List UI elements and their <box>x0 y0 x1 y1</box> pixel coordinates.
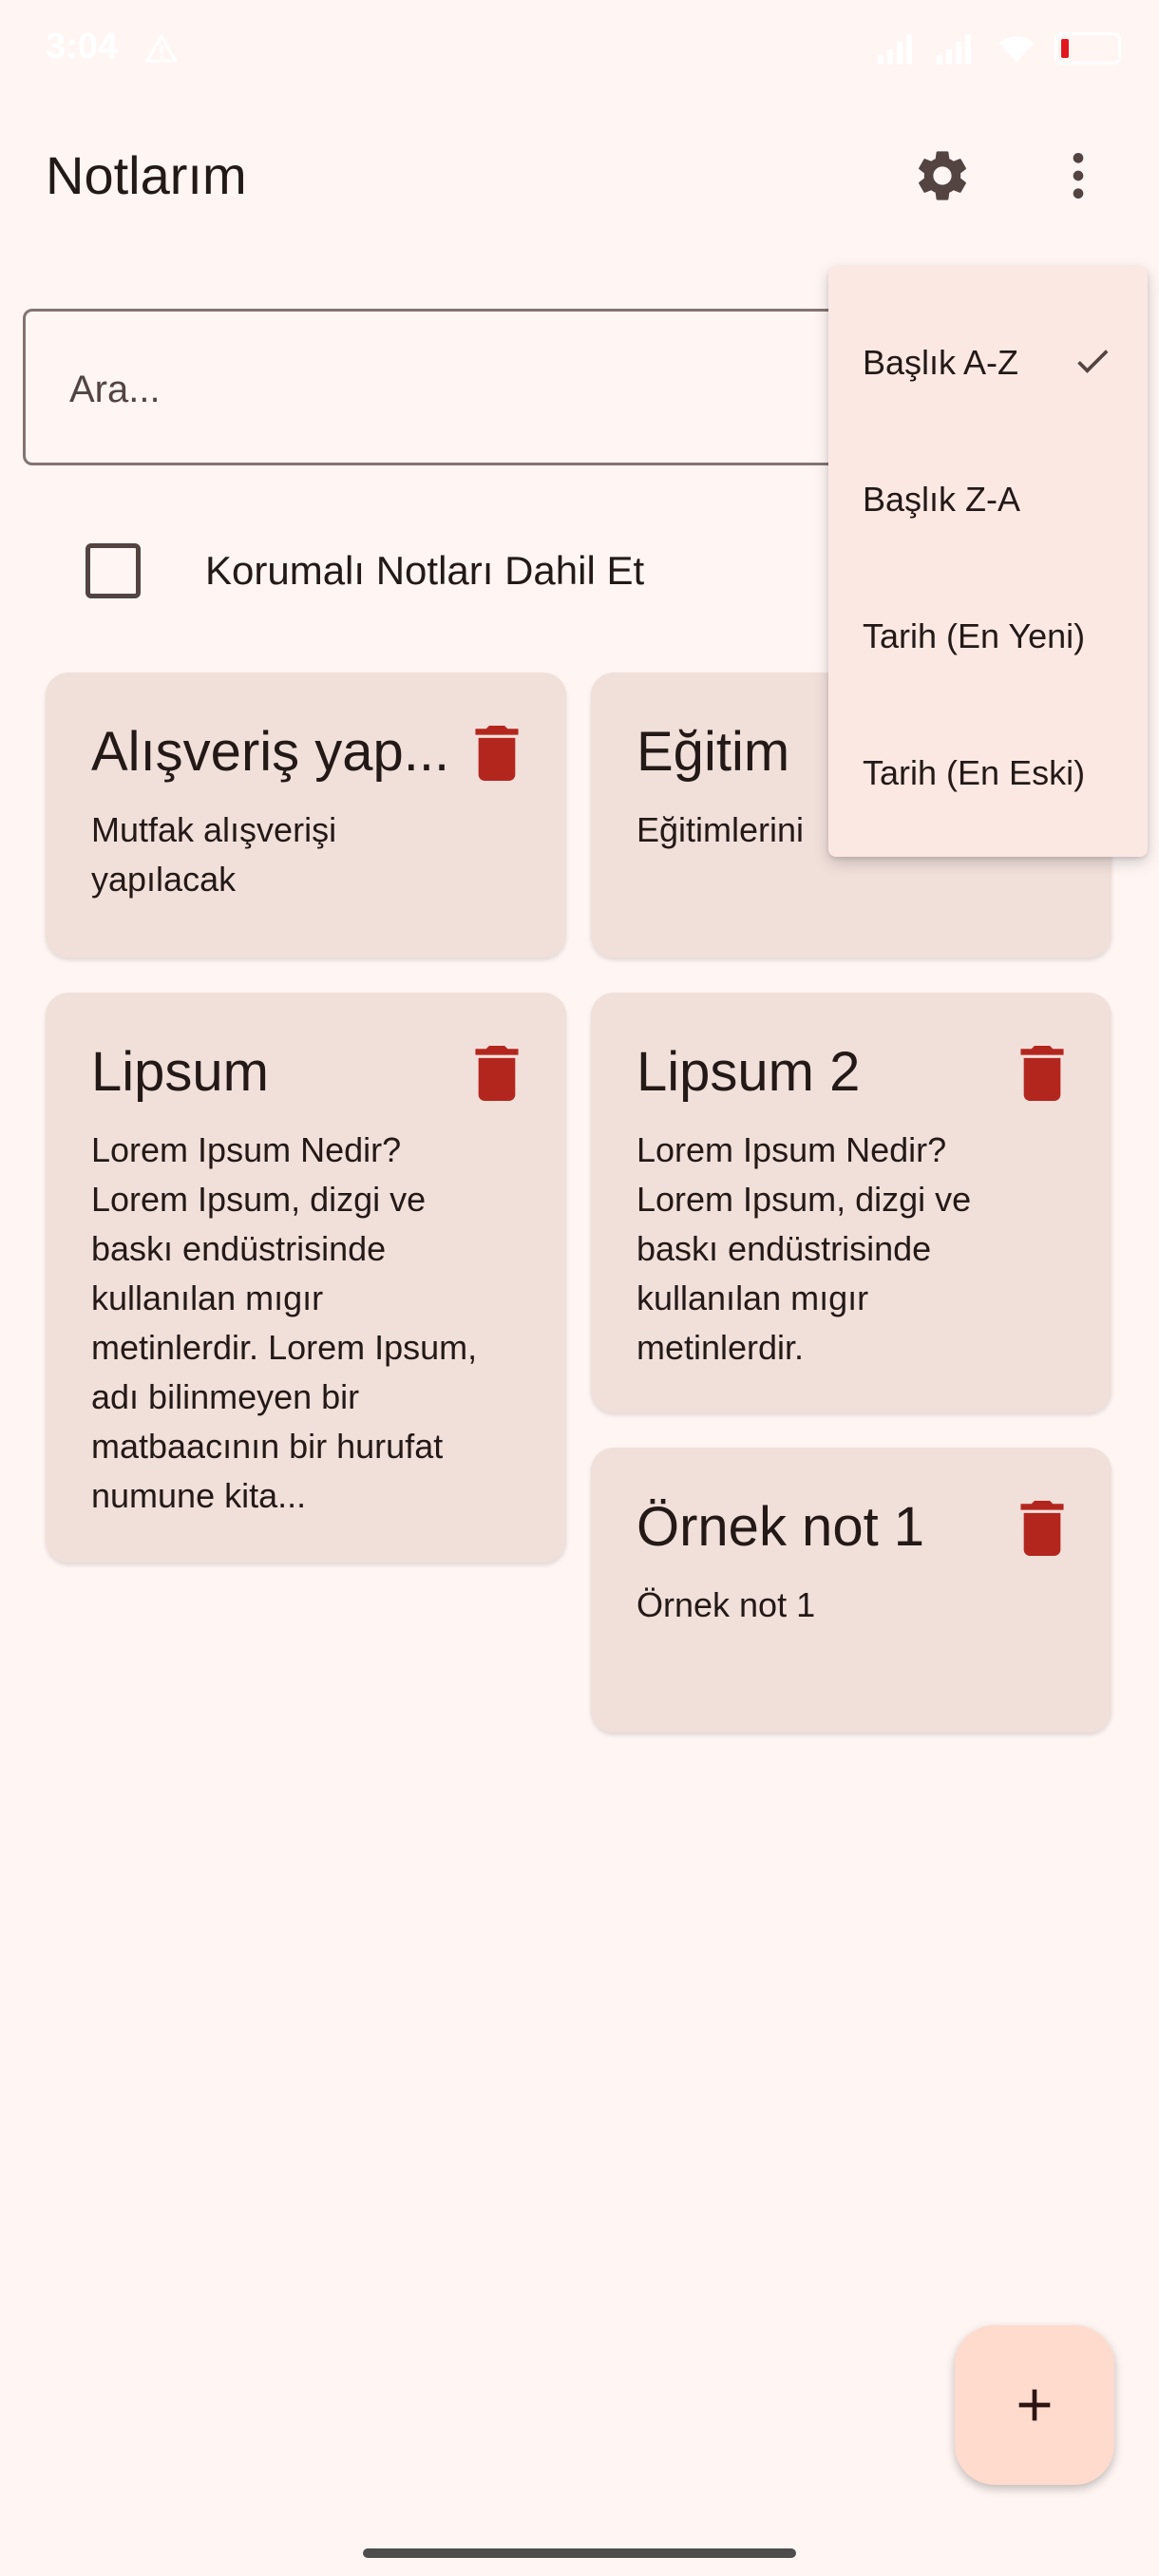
gear-icon <box>919 151 966 200</box>
more-vert-icon <box>1073 153 1084 199</box>
note-card[interactable]: Lipsum Lorem Ipsum Nedir? Lorem Ipsum, d… <box>46 993 566 1563</box>
include-protected-checkbox[interactable] <box>86 543 141 598</box>
check-icon <box>1077 350 1109 373</box>
note-title: Alışveriş yap... <box>91 721 450 783</box>
note-body: Örnek not 1 <box>636 1585 816 1624</box>
note-card[interactable]: Lipsum 2 Lorem Ipsum Nedir? Lorem Ipsum,… <box>591 993 1112 1412</box>
note-title: Lipsum <box>91 1041 269 1103</box>
add-note-button[interactable] <box>955 2325 1114 2485</box>
status-time: 3:04 <box>46 27 119 66</box>
menu-item-label: Tarih (En Yeni) <box>863 616 1086 655</box>
home-indicator[interactable] <box>363 2548 796 2558</box>
search-placeholder: Ara... <box>69 369 161 410</box>
more-options-button[interactable] <box>1036 133 1121 218</box>
note-card[interactable]: Alışveriş yap... Mutfak alışverişi yapıl… <box>46 672 566 957</box>
trash-icon <box>475 726 519 781</box>
alert-icon <box>144 33 179 63</box>
settings-button[interactable] <box>900 133 985 218</box>
app-bar: Notlarım <box>0 123 1159 228</box>
note-body: Lorem Ipsum Nedir? Lorem Ipsum, dizgi ve… <box>636 1130 972 1367</box>
menu-item-label: Başlık A-Z <box>863 343 1019 382</box>
delete-note-button[interactable] <box>464 1040 530 1107</box>
page-title: Notlarım <box>46 145 247 205</box>
trash-icon <box>1020 1046 1064 1101</box>
menu-item-date-oldest[interactable]: Tarih (En Eski) <box>828 705 1148 842</box>
battery-icon <box>1054 32 1121 65</box>
signal-icon <box>878 34 912 65</box>
delete-note-button[interactable] <box>1009 1040 1075 1107</box>
delete-note-button[interactable] <box>464 720 530 786</box>
menu-item-title-asc[interactable]: Başlık A-Z <box>828 294 1148 431</box>
signal-2-icon <box>937 34 971 65</box>
menu-item-label: Başlık Z-A <box>863 480 1021 519</box>
menu-item-date-newest[interactable]: Tarih (En Yeni) <box>828 568 1148 705</box>
sort-menu: Başlık A-Z Başlık Z-A Tarih (En Yeni) Ta… <box>828 266 1148 857</box>
note-title: Örnek not 1 <box>636 1496 925 1558</box>
menu-item-label: Tarih (En Eski) <box>863 753 1086 792</box>
include-protected-row[interactable]: Korumalı Notları Dahil Et <box>86 541 644 600</box>
menu-item-title-desc[interactable]: Başlık Z-A <box>828 431 1148 568</box>
delete-note-button[interactable] <box>1009 1495 1075 1562</box>
note-body: Mutfak alışverişi yapılacak <box>91 810 337 899</box>
note-body: Lorem Ipsum Nedir? Lorem Ipsum, dizgi ve… <box>91 1130 478 1515</box>
note-card[interactable]: Örnek not 1 Örnek not 1 <box>591 1448 1112 1733</box>
include-protected-label: Korumalı Notları Dahil Et <box>205 548 645 593</box>
status-icons <box>878 32 1121 65</box>
status-bar: 3:04 <box>0 0 1159 104</box>
trash-icon <box>1020 1501 1064 1556</box>
trash-icon <box>475 1046 519 1101</box>
add-icon <box>1018 2389 1051 2421</box>
note-title: Lipsum 2 <box>636 1041 861 1103</box>
wifi-icon <box>998 36 1035 63</box>
